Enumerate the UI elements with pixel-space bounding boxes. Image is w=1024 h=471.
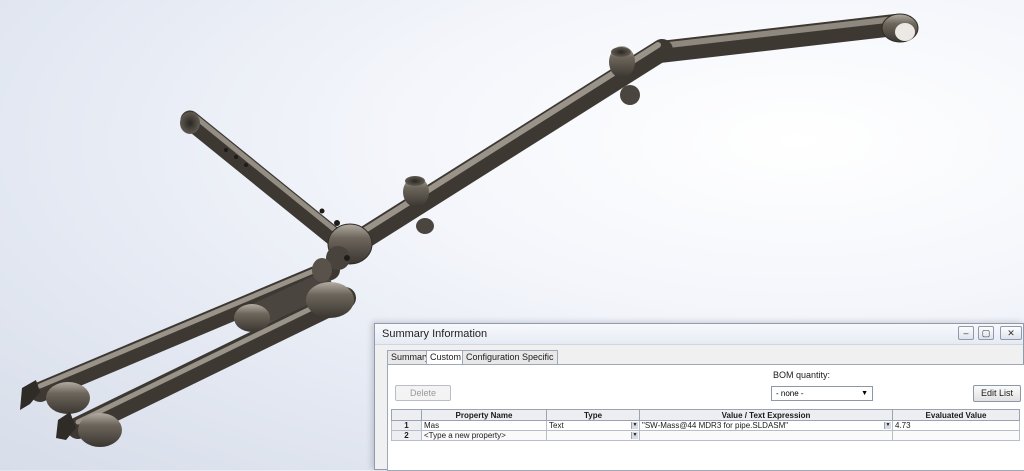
header-property-name[interactable]: Property Name bbox=[421, 409, 547, 421]
header-type[interactable]: Type bbox=[546, 409, 640, 421]
type-value: Text bbox=[549, 421, 564, 430]
edit-list-button[interactable]: Edit List bbox=[973, 385, 1021, 402]
header-row-number bbox=[391, 409, 422, 421]
bom-quantity-value: - none - bbox=[776, 389, 804, 398]
bom-quantity-select[interactable]: - none - ▼ bbox=[771, 386, 873, 401]
delete-button[interactable]: Delete bbox=[395, 385, 451, 401]
bom-quantity-label: BOM quantity: bbox=[773, 370, 831, 380]
close-button[interactable]: ✕ bbox=[1000, 326, 1022, 340]
table-row[interactable]: 1 Mas Text ▼ "SW-Mass@44 MDR3 for pipe.SL… bbox=[391, 420, 1020, 431]
minimize-button[interactable]: – bbox=[958, 326, 974, 340]
property-name-cell[interactable]: Mas bbox=[421, 420, 547, 431]
dialog-titlebar[interactable]: Summary Information – ▢ ✕ bbox=[375, 324, 1023, 345]
custom-properties-table: Property Name Type Value / Text Expressi… bbox=[391, 409, 1020, 441]
evaluated-value-cell: 4.73 bbox=[892, 420, 1020, 431]
type-cell[interactable]: Text ▼ bbox=[546, 420, 640, 431]
value-expression-text: "SW-Mass@44 MDR3 for pipe.SLDASM" bbox=[642, 421, 789, 430]
table-header-row: Property Name Type Value / Text Expressi… bbox=[391, 409, 1020, 421]
custom-properties-panel: Delete BOM quantity: - none - ▼ Edit Lis… bbox=[387, 364, 1024, 471]
maximize-button[interactable]: ▢ bbox=[978, 326, 994, 340]
value-expression-cell[interactable] bbox=[639, 430, 893, 441]
row-number: 1 bbox=[391, 420, 422, 431]
tab-configuration-specific[interactable]: Configuration Specific bbox=[462, 350, 558, 364]
chevron-down-icon[interactable]: ▼ bbox=[631, 432, 638, 439]
type-cell[interactable]: ▼ bbox=[546, 430, 640, 441]
row-number: 2 bbox=[391, 430, 422, 441]
value-expression-cell[interactable]: "SW-Mass@44 MDR3 for pipe.SLDASM" ▼ bbox=[639, 420, 893, 431]
tab-custom[interactable]: Custom bbox=[426, 350, 466, 365]
table-row-new[interactable]: 2 <Type a new property> ▼ bbox=[391, 430, 1020, 441]
summary-information-dialog: Summary Information – ▢ ✕ Summary Custom… bbox=[374, 323, 1024, 471]
chevron-down-icon: ▼ bbox=[861, 390, 868, 397]
header-evaluated-value[interactable]: Evaluated Value bbox=[892, 409, 1020, 421]
header-value-expression[interactable]: Value / Text Expression bbox=[639, 409, 893, 421]
chevron-down-icon[interactable]: ▼ bbox=[884, 422, 891, 429]
chevron-down-icon[interactable]: ▼ bbox=[631, 422, 638, 429]
evaluated-value-cell bbox=[892, 430, 1020, 441]
dialog-title: Summary Information bbox=[382, 328, 488, 340]
property-name-cell[interactable]: <Type a new property> bbox=[421, 430, 547, 441]
